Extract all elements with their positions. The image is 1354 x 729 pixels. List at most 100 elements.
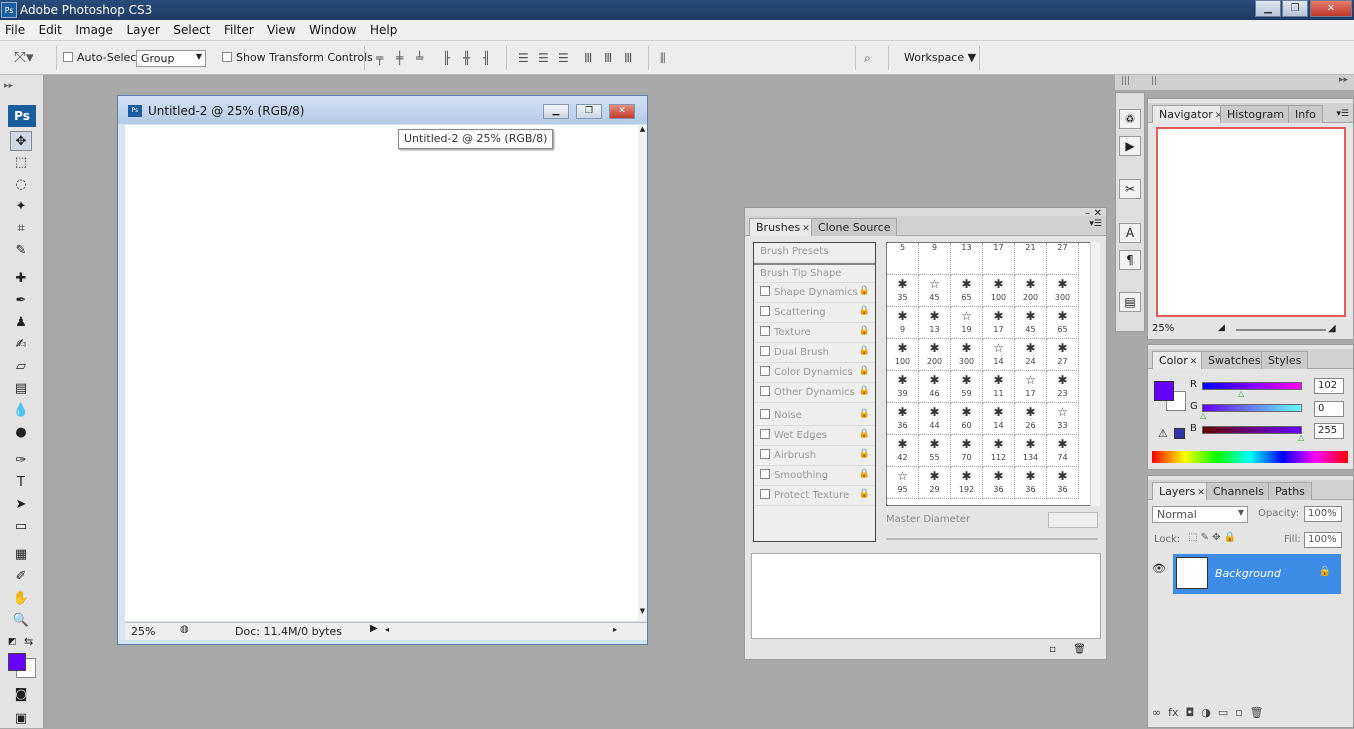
distribute-top-icon[interactable]: ☰ [518, 51, 529, 65]
pen-tool-icon[interactable]: ✑ [10, 451, 32, 471]
magic-wand-tool-icon[interactable]: ✦ [10, 197, 32, 217]
brush-preset-cell[interactable]: 27 [1047, 243, 1079, 275]
brush-preset-cell[interactable]: ✱ 46 [919, 371, 951, 403]
zoom-in-icon[interactable]: ◢ [1328, 323, 1336, 334]
brush-option-other-dynamics[interactable]: Other Dynamics 🔒 [754, 383, 875, 403]
align-bottom-icon[interactable]: ╧ [416, 51, 423, 65]
brush-grid-scrollbar[interactable] [1090, 242, 1100, 506]
checkbox-icon[interactable] [760, 286, 770, 296]
brush-preset-cell[interactable]: ✱ 11 [983, 371, 1015, 403]
brush-preset-cell[interactable]: ✱ 65 [1047, 307, 1079, 339]
character-panel-icon[interactable]: A [1119, 223, 1141, 243]
foreground-color-swatch[interactable] [8, 653, 26, 671]
workspace-button[interactable]: Workspace ▼ [904, 51, 976, 64]
brush-preset-cell[interactable]: ✱ 59 [951, 371, 983, 403]
shape-tool-icon[interactable]: ▭ [10, 517, 32, 537]
clone-stamp-tool-icon[interactable]: ♟ [10, 313, 32, 333]
doc-close-button[interactable]: ✕ [609, 104, 635, 119]
brush-option-texture[interactable]: Texture 🔒 [754, 323, 875, 343]
brush-preset-cell[interactable]: ✱ 39 [887, 371, 919, 403]
brush-preset-cell[interactable]: ✱ 300 [1047, 275, 1079, 307]
navigator-preview[interactable] [1156, 127, 1346, 317]
brush-preset-cell[interactable]: ✱ 70 [951, 435, 983, 467]
lock-icon[interactable]: 🔒 [859, 326, 870, 336]
align-left-icon[interactable]: ╟ [443, 51, 450, 65]
menu-window[interactable]: Window [304, 20, 361, 37]
scroll-up-icon[interactable]: ▲ [638, 125, 647, 133]
document-titlebar[interactable]: Ps Untitled-2 @ 25% (RGB/8) ▁ ❐ ✕ [118, 96, 647, 124]
brush-option-dual-brush[interactable]: Dual Brush 🔒 [754, 343, 875, 363]
brush-preset-cell[interactable]: 5 [887, 243, 919, 275]
checkbox-icon[interactable] [760, 489, 770, 499]
align-top-icon[interactable]: ╤ [376, 51, 383, 65]
gamut-color-swatch[interactable] [1174, 428, 1185, 439]
align-right-icon[interactable]: ╢ [483, 51, 490, 65]
close-tab-icon[interactable]: ✕ [802, 224, 810, 234]
checkbox-icon[interactable] [760, 429, 770, 439]
hscroll-left-icon[interactable]: ◂ [385, 625, 389, 634]
brush-option-scattering[interactable]: Scattering 🔒 [754, 303, 875, 323]
auto-select-checkbox[interactable]: Auto-Select: [63, 51, 144, 64]
brush-preset-cell[interactable]: 9 [919, 243, 951, 275]
crop-tool-icon[interactable]: ⌗ [10, 219, 32, 239]
align-hcenter-icon[interactable]: ╫ [463, 51, 470, 65]
g-value[interactable]: 0 [1314, 401, 1344, 417]
actions-panel-icon[interactable]: ▶ [1119, 136, 1141, 156]
distribute-right-icon[interactable]: Ⅲ [624, 51, 632, 65]
eyedropper-tool-icon[interactable]: ✐ [10, 567, 32, 587]
brush-preset-cell[interactable]: ✱ 13 [919, 307, 951, 339]
auto-align-icon[interactable]: ⫼ [660, 51, 666, 66]
b-slider[interactable] [1202, 426, 1302, 434]
panel-grip[interactable] [745, 208, 1106, 216]
zoom-out-icon[interactable]: ◢ [1218, 323, 1225, 333]
blur-tool-icon[interactable]: 💧 [10, 401, 32, 421]
tab-styles[interactable]: Styles [1261, 351, 1309, 369]
distribute-hcenter-icon[interactable]: Ⅲ [604, 51, 612, 65]
master-diameter-slider[interactable] [886, 538, 1098, 540]
brush-preset-cell[interactable]: ✱ 134 [1015, 435, 1047, 467]
brush-preset-cell[interactable]: ✱ 36 [1047, 467, 1079, 499]
menu-filter[interactable]: Filter [219, 20, 259, 37]
navigator-zoom-slider[interactable] [1236, 329, 1326, 331]
brush-preset-cell[interactable]: ✱ 100 [983, 275, 1015, 307]
brush-option-color-dynamics[interactable]: Color Dynamics 🔒 [754, 363, 875, 383]
tab-brushes[interactable]: Brushes ✕ [749, 218, 817, 236]
brush-preset-cell[interactable]: ✱ 42 [887, 435, 919, 467]
brush-preset-cell[interactable]: ✱ 17 [983, 307, 1015, 339]
brush-option-tip-shape[interactable]: Brush Tip Shape [754, 263, 875, 283]
brush-preset-cell[interactable]: ✱ 74 [1047, 435, 1079, 467]
brush-preset-cell[interactable]: ✱ 26 [1015, 403, 1047, 435]
brush-preset-cell[interactable]: ✱ 36 [1015, 467, 1047, 499]
doc-restore-button[interactable]: ❐ [576, 104, 602, 119]
panel-menu-icon[interactable]: ▾☰ [1336, 109, 1349, 119]
brush-preset-cell[interactable]: ☆ 33 [1047, 403, 1079, 435]
layer-row-background[interactable]: Background 🔒 [1173, 554, 1341, 594]
tab-clone-source[interactable]: Clone Source [811, 218, 898, 236]
fill-value[interactable]: 100% [1304, 532, 1342, 548]
dodge-tool-icon[interactable]: ● [10, 423, 32, 443]
distribute-vcenter-icon[interactable]: ☰ [538, 51, 549, 65]
brush-option-airbrush[interactable]: Airbrush 🔒 [754, 446, 875, 466]
brush-preset-cell[interactable]: ✱ 36 [887, 403, 919, 435]
blend-mode-dropdown[interactable]: Normal ▼ [1152, 506, 1248, 523]
brush-preset-cell[interactable]: ✱ 55 [919, 435, 951, 467]
tab-swatches[interactable]: Swatches [1201, 351, 1268, 369]
minimize-button[interactable]: ▁ [1255, 0, 1281, 17]
menu-layer[interactable]: Layer [121, 20, 164, 37]
quick-mask-icon[interactable]: ◙ [10, 685, 32, 705]
brush-preset-cell[interactable]: ✱ 44 [919, 403, 951, 435]
lock-icon[interactable]: 🔒 [859, 346, 870, 356]
lock-icon[interactable]: 🔒 [859, 306, 870, 316]
new-brush-icon[interactable]: ▫ [1049, 644, 1056, 655]
healing-brush-tool-icon[interactable]: ✚ [10, 269, 32, 289]
brush-preset-cell[interactable]: ✱ 35 [887, 275, 919, 307]
out-of-gamut-warning-icon[interactable]: ⚠ [1158, 427, 1168, 440]
brush-preset-cell[interactable]: ☆ 95 [887, 467, 919, 499]
g-slider-thumb[interactable]: △ [1200, 411, 1206, 420]
brush-preset-cell[interactable]: 13 [951, 243, 983, 275]
brush-preset-cell[interactable]: ☆ 17 [1015, 371, 1047, 403]
move-tool-preset-icon[interactable]: ⤧▾ [14, 48, 34, 66]
brush-preset-cell[interactable]: ✱ 23 [1047, 371, 1079, 403]
navigator-zoom-value[interactable]: 25% [1152, 323, 1174, 334]
tool-presets-icon[interactable]: ✂ [1119, 179, 1141, 199]
